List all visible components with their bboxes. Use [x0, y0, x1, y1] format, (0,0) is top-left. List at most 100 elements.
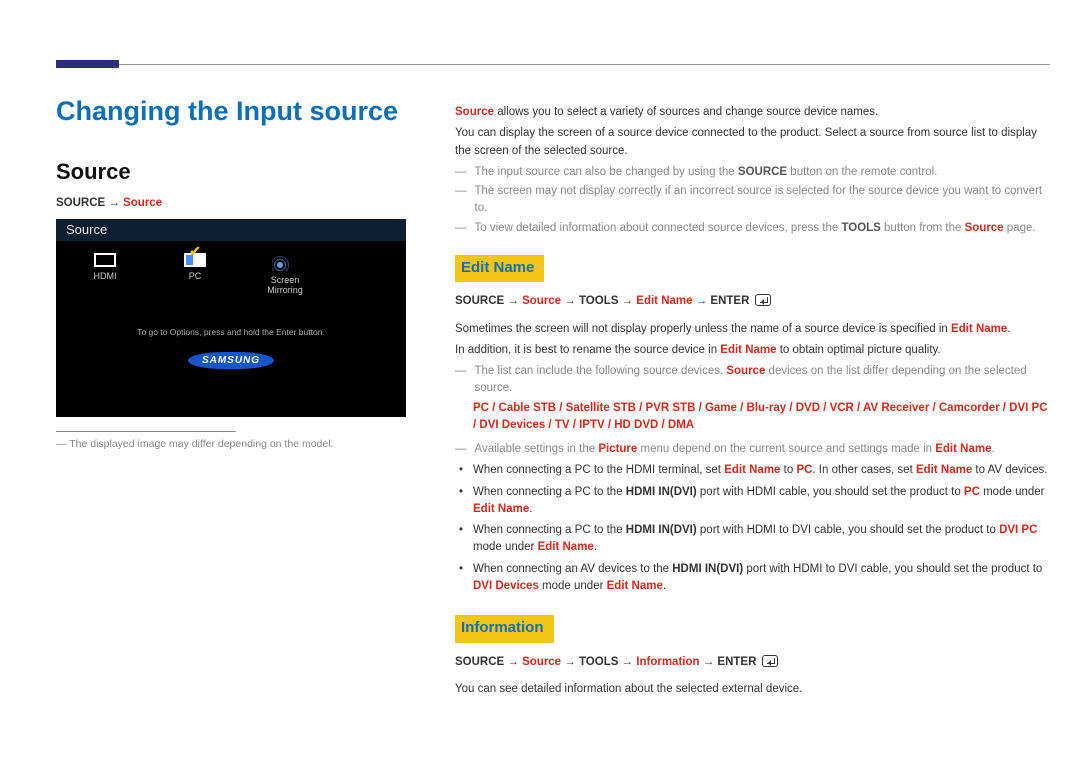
nav-seg: → ENTER: [693, 295, 753, 307]
text: .: [529, 503, 532, 515]
tv-osd-mock: Source HDMI ✔ PC Screen Mirroring To go …: [56, 219, 406, 417]
nav-path-source: SOURCE → Source: [56, 197, 406, 209]
text: The list can include the following sourc…: [475, 365, 727, 377]
hdmi-port: HDMI IN(DVI): [672, 563, 743, 575]
source-button: SOURCE: [738, 166, 787, 178]
text: When connecting a PC to the HDMI termina…: [473, 464, 724, 476]
hdmi-port: HDMI IN(DVI): [626, 524, 697, 536]
source-label: PC: [164, 271, 226, 281]
edit-name-word: Edit Name: [935, 443, 991, 455]
information-heading: Information: [455, 615, 554, 643]
edit-name-word: Edit Name: [951, 323, 1007, 335]
source-item-mirroring[interactable]: Screen Mirroring: [254, 249, 316, 295]
source-label: HDMI: [74, 271, 136, 281]
dvi-devices-word: DVI Devices: [473, 580, 539, 592]
right-column: Source allows you to select a variety of…: [455, 100, 1050, 702]
pc-word: PC: [964, 486, 980, 498]
samsung-logo: SAMSUNG: [188, 352, 274, 369]
check-icon: ✔: [189, 243, 201, 260]
nav-seg: → ENTER: [700, 656, 760, 668]
nav-path-information: SOURCE → Source → TOOLS → Information → …: [455, 653, 1050, 671]
edit-name-word: Edit Name: [724, 464, 780, 476]
chapter-title: Changing the Input source: [56, 96, 406, 127]
edit-name-word: Edit Name: [607, 580, 663, 592]
source-word: Source: [455, 106, 494, 118]
screen-mirroring-icon: [272, 253, 298, 271]
enter-icon: [762, 655, 778, 667]
edit-p1: Sometimes the screen will not display pr…: [455, 321, 1050, 338]
note-3: To view detailed information about conne…: [455, 220, 1050, 237]
left-note: ― The displayed image may differ dependi…: [56, 438, 406, 450]
source-word: Source: [726, 365, 765, 377]
bullet-4: When connecting an AV devices to the HDM…: [473, 561, 1050, 596]
text: In addition, it is best to rename the so…: [455, 344, 720, 356]
header-accent: [56, 60, 119, 68]
note-1: The input source can also be changed by …: [455, 164, 1050, 181]
nav-seg: SOURCE →: [455, 295, 522, 307]
text: When connecting an AV devices to the: [473, 563, 672, 575]
text: .: [663, 580, 666, 592]
left-separator: [56, 431, 236, 432]
edit-name-word: Edit Name: [538, 541, 594, 553]
note-text: The screen may not display correctly if …: [475, 183, 1051, 218]
left-column: Changing the Input source Source SOURCE …: [56, 96, 406, 450]
tv-hint: To go to Options, press and hold the Ent…: [56, 327, 406, 337]
text: port with HDMI cable, you should set the…: [697, 486, 964, 498]
dvi-pc-word: DVI PC: [999, 524, 1037, 536]
pc-word: PC: [796, 464, 812, 476]
note-text: page.: [1004, 222, 1036, 234]
edit-name-heading: Edit Name: [455, 255, 544, 283]
nav-link: Source: [123, 197, 162, 209]
text: mode under: [539, 580, 607, 592]
source-label: Screen Mirroring: [254, 275, 316, 295]
bullet-list: When connecting a PC to the HDMI termina…: [455, 462, 1050, 595]
text: When connecting a PC to the: [473, 524, 626, 536]
hdmi-port: HDMI IN(DVI): [626, 486, 697, 498]
nav-seg: Edit Name: [636, 295, 692, 307]
nav-seg: Information: [636, 656, 699, 668]
text: mode under: [980, 486, 1045, 498]
text: port with HDMI to DVI cable, you should …: [697, 524, 999, 536]
text: to obtain optimal picture quality.: [777, 344, 941, 356]
edit-name-word: Edit Name: [720, 344, 776, 356]
tv-osd-title: Source: [56, 219, 406, 241]
source-item-hdmi[interactable]: HDMI: [74, 249, 136, 281]
nav-seg: SOURCE →: [455, 656, 522, 668]
edit-note-2: Available settings in the Picture menu d…: [455, 441, 1050, 458]
left-note-text: The displayed image may differ depending…: [69, 438, 333, 450]
bullet-1: When connecting a PC to the HDMI termina…: [473, 462, 1050, 479]
intro-text: allows you to select a variety of source…: [494, 106, 878, 118]
edit-note-1: The list can include the following sourc…: [455, 363, 1050, 398]
section-title: Source: [56, 159, 406, 185]
note-2: The screen may not display correctly if …: [455, 183, 1050, 218]
note-text: button on the remote control.: [787, 166, 937, 178]
source-item-pc[interactable]: ✔ PC: [164, 249, 226, 281]
enter-icon: [755, 294, 771, 306]
bullet-2: When connecting a PC to the HDMI IN(DVI)…: [473, 484, 1050, 519]
edit-p2: In addition, it is best to rename the so…: [455, 342, 1050, 359]
nav-seg: Source: [522, 295, 561, 307]
bullet-3: When connecting a PC to the HDMI IN(DVI)…: [473, 522, 1050, 557]
picture-word: Picture: [598, 443, 637, 455]
nav-seg: Source: [522, 656, 561, 668]
note-text: button from the: [881, 222, 965, 234]
information-para: You can see detailed information about t…: [455, 681, 1050, 698]
tools-button: TOOLS: [841, 222, 880, 234]
text: port with HDMI to DVI cable, you should …: [743, 563, 1042, 575]
source-page: Source: [965, 222, 1004, 234]
intro-para-1: Source allows you to select a variety of…: [455, 104, 1050, 121]
note-text: To view detailed information about conne…: [475, 222, 842, 234]
text: .: [991, 443, 994, 455]
note-text: The input source can also be changed by …: [475, 166, 738, 178]
text: .: [594, 541, 597, 553]
hdmi-icon: [94, 253, 116, 267]
nav-seg: → TOOLS →: [561, 295, 636, 307]
edit-name-word: Edit Name: [473, 503, 529, 515]
nav-seg: → TOOLS →: [561, 656, 636, 668]
tv-source-row: HDMI ✔ PC Screen Mirroring: [56, 241, 406, 295]
text: to AV devices.: [972, 464, 1047, 476]
nav-path-edit-name: SOURCE → Source → TOOLS → Edit Name → EN…: [455, 292, 1050, 310]
text: Sometimes the screen will not display pr…: [455, 323, 951, 335]
text: Available settings in the: [475, 443, 599, 455]
header-rule: [56, 64, 1050, 65]
